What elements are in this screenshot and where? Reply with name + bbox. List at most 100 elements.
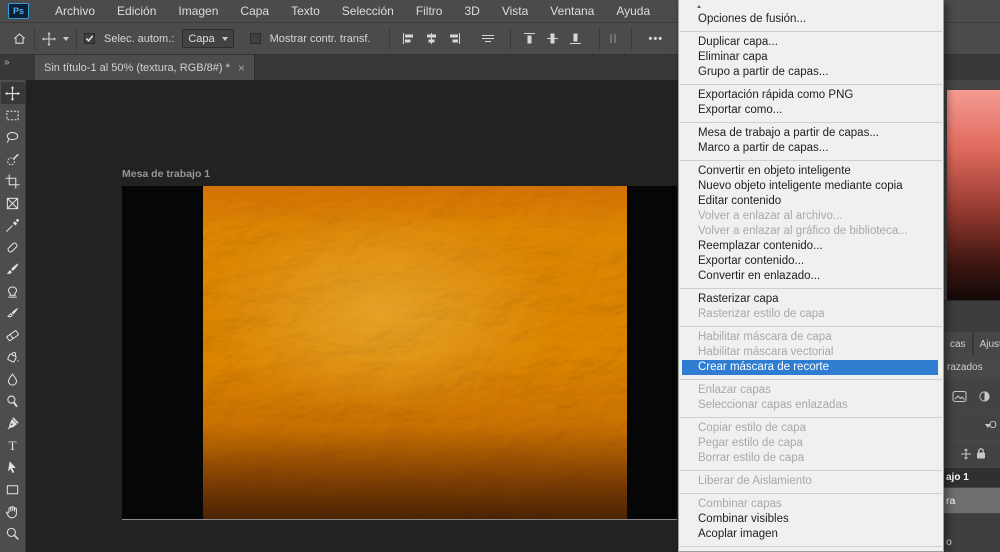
dodge-tool[interactable] (1, 390, 25, 412)
dropdown-chevron-icon (222, 37, 228, 41)
menubar-item[interactable]: Filtro (405, 0, 454, 22)
blend-opacity-row: O (944, 413, 1000, 440)
type-tool[interactable]: T (1, 434, 25, 456)
layer-filter-row (944, 381, 1000, 411)
lasso-tool[interactable] (1, 126, 25, 148)
menubar-item[interactable]: Ventana (539, 0, 605, 22)
context-menu-item[interactable]: Exportación rápida como PNG (679, 88, 943, 103)
type-icon: T (5, 438, 20, 453)
context-menu-item: Rasterizar estilo de capa (679, 307, 943, 322)
menubar-item[interactable]: Archivo (44, 0, 106, 22)
background-layer-text: o (946, 536, 952, 548)
context-menu-item[interactable]: Exportar contenido... (679, 254, 943, 269)
artboard-label[interactable]: Mesa de trabajo 1 (122, 168, 210, 180)
context-menu-item[interactable]: Duplicar capa... (679, 35, 943, 50)
context-menu-item[interactable]: Convertir en objeto inteligente (679, 164, 943, 179)
more-options-button[interactable]: ••• (649, 33, 664, 45)
distribute-horizontal-icon[interactable] (480, 32, 496, 45)
distribute-vertical-centers-icon[interactable] (546, 32, 559, 45)
lock-all-icon[interactable] (975, 447, 987, 460)
auto-select-checkbox[interactable] (84, 33, 95, 44)
blur-tool[interactable] (1, 368, 25, 390)
pen-tool[interactable] (1, 412, 25, 434)
eyedropper-tool[interactable] (1, 214, 25, 236)
menubar-item[interactable]: Texto (280, 0, 331, 22)
paths-tab-partial[interactable]: razados (944, 356, 1000, 379)
layer-context-menu: ▲ Opciones de fusión...Duplicar capa...E… (678, 0, 944, 552)
menubar-item[interactable]: Ayuda (605, 0, 661, 22)
menubar-item[interactable]: Edición (106, 0, 167, 22)
dodge-icon (5, 394, 20, 409)
menubar-item[interactable]: Capa (229, 0, 280, 22)
show-transform-checkbox[interactable] (250, 33, 261, 44)
panel-tab-ajustes[interactable]: Ajustes (974, 333, 1000, 355)
context-menu-item[interactable]: Grupo a partir de capas... (679, 65, 943, 80)
background-layer-row-partial[interactable]: o (944, 514, 1000, 552)
artboard-layer-row-partial[interactable]: ajo 1 (944, 468, 1000, 487)
align-right-icon[interactable] (448, 32, 461, 45)
context-menu-item[interactable]: Nuevo objeto inteligente mediante copia (679, 179, 943, 194)
context-menu-item[interactable]: Opciones de fusión... (679, 12, 943, 27)
align-center-horizontal-icon[interactable] (425, 32, 438, 45)
color-picker-gradient[interactable] (947, 90, 1000, 300)
collapse-panels-icon[interactable]: » (4, 57, 9, 68)
context-menu-separator (680, 84, 942, 85)
frame-tool[interactable] (1, 192, 25, 214)
context-menu-item[interactable]: Editar contenido (679, 194, 943, 209)
clone-stamp-tool[interactable] (1, 280, 25, 302)
adjustment-layer-filter-icon[interactable] (978, 390, 991, 403)
selected-layer-row-partial[interactable]: ra (944, 488, 1000, 513)
pixel-layer-filter-icon[interactable] (952, 390, 967, 403)
context-menu-item[interactable]: Rasterizar capa (679, 292, 943, 307)
lock-position-icon[interactable] (960, 448, 972, 460)
align-left-icon[interactable] (402, 32, 415, 45)
document-tab[interactable]: Sin título-1 al 50% (textura, RGB/8#) * … (35, 55, 255, 80)
menubar-item[interactable]: Vista (491, 0, 539, 22)
context-menu-item[interactable]: Convertir en enlazado... (679, 269, 943, 284)
menubar-item[interactable]: Selección (331, 0, 405, 22)
blur-drop-icon (5, 372, 20, 387)
context-menu-item[interactable]: Mesa de trabajo a partir de capas... (679, 126, 943, 141)
panel-tab-partial[interactable]: cas (944, 333, 972, 355)
context-menu-item[interactable]: Exportar como... (679, 103, 943, 118)
quick-selection-tool[interactable] (1, 148, 25, 170)
zoom-tool[interactable] (1, 522, 25, 544)
close-tab-icon[interactable]: × (238, 61, 245, 75)
brush-tool[interactable] (1, 258, 25, 280)
context-menu-separator (680, 288, 942, 289)
context-menu-item[interactable]: Marco a partir de capas... (679, 141, 943, 156)
menubar-item[interactable]: 3D (453, 0, 490, 22)
context-menu-item[interactable]: Acoplar imagen (679, 527, 943, 542)
context-menu-item: Volver a enlazar al archivo... (679, 209, 943, 224)
path-selection-tool[interactable] (1, 456, 25, 478)
distribute-spacing-icon[interactable] (607, 32, 619, 45)
distribute-bottom-edges-icon[interactable] (569, 32, 582, 45)
rectangular-marquee-tool[interactable] (1, 104, 25, 126)
menubar-items: ArchivoEdiciónImagenCapaTextoSelecciónFi… (44, 0, 661, 22)
history-brush-icon (5, 306, 20, 321)
menubar-item[interactable]: Imagen (167, 0, 229, 22)
crop-tool[interactable] (1, 170, 25, 192)
context-menu-item[interactable]: Eliminar capa (679, 50, 943, 65)
eraser-icon (5, 328, 20, 343)
auto-select-target-dropdown[interactable]: Capa (182, 29, 233, 48)
spot-healing-brush-tool[interactable] (1, 236, 25, 258)
context-menu-item: Enlazar capas (679, 383, 943, 398)
gold-texture-layer[interactable] (203, 186, 627, 519)
paint-bucket-tool[interactable] (1, 346, 25, 368)
rectangle-shape-tool[interactable] (1, 478, 25, 500)
context-menu-item: Habilitar máscara de capa (679, 330, 943, 345)
menu-scroll-up[interactable]: ▲ (679, 1, 943, 12)
tool-preset-chevron-icon[interactable] (63, 37, 69, 41)
history-brush-tool[interactable] (1, 302, 25, 324)
eraser-tool[interactable] (1, 324, 25, 346)
context-menu-item[interactable]: Reemplazar contenido... (679, 239, 943, 254)
move-tool-preset-icon[interactable] (42, 32, 56, 46)
hand-tool[interactable] (1, 500, 25, 522)
distribute-top-edges-icon[interactable] (523, 32, 536, 45)
home-icon[interactable] (12, 31, 27, 46)
context-menu-item[interactable]: Combinar visibles (679, 512, 943, 527)
move-tool[interactable] (1, 82, 25, 104)
context-menu-item[interactable]: Crear máscara de recorte (682, 360, 938, 375)
artboard[interactable] (122, 186, 677, 520)
